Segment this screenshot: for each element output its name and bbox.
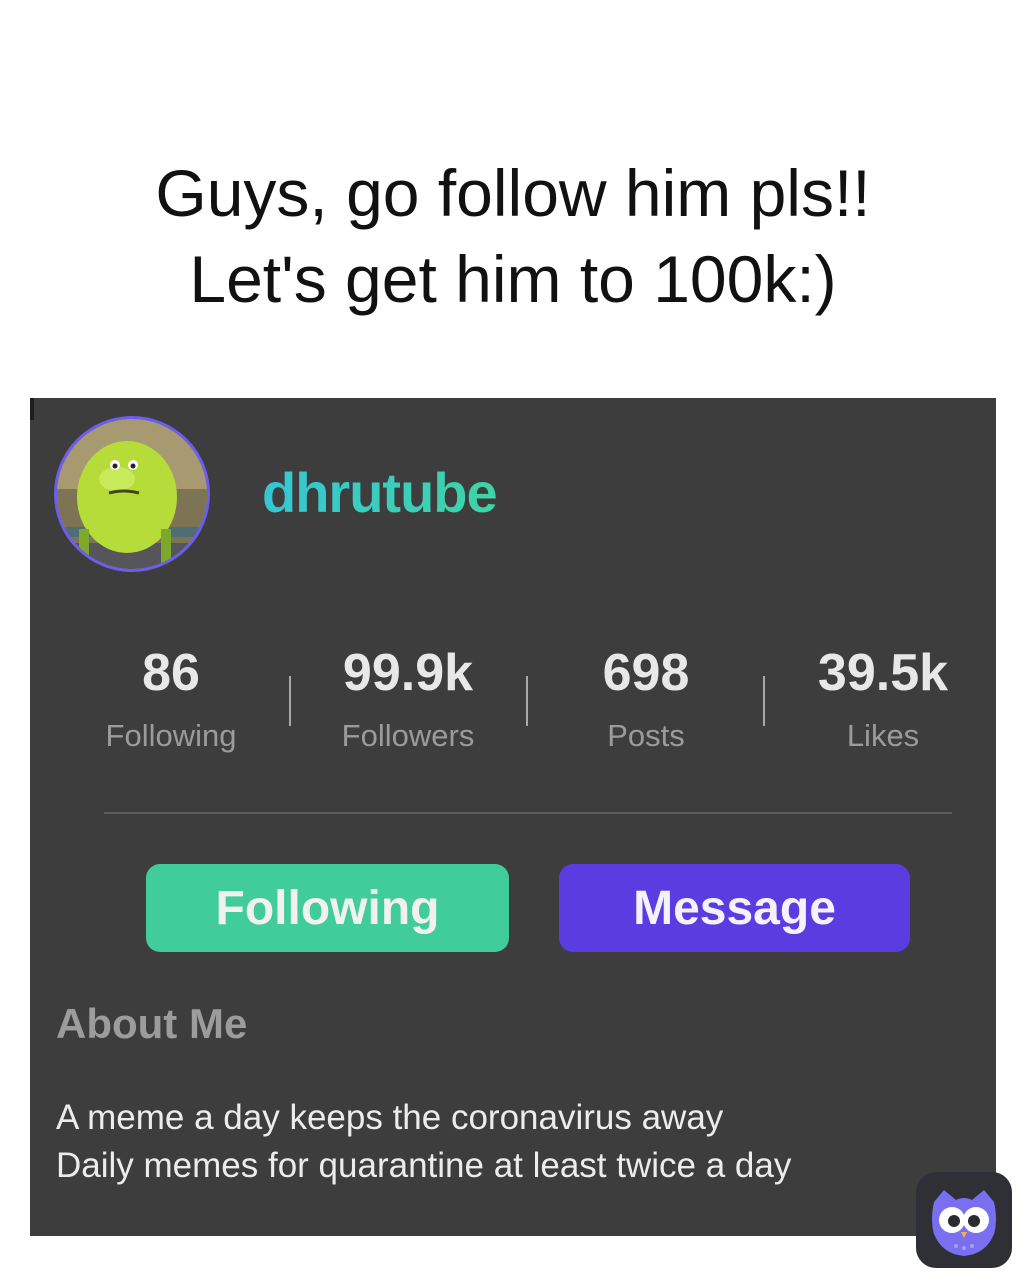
- stat-followers[interactable]: 99.9k Followers: [293, 640, 523, 756]
- profile-card: dhrutube 86 Following 99.9k Followers 69…: [30, 398, 996, 1236]
- stat-label: Following: [105, 718, 237, 753]
- about-me-line-2: Daily memes for quarantine at least twic…: [56, 1146, 792, 1185]
- about-me-text: A meme a day keeps the coronavirus away …: [56, 1094, 791, 1190]
- username[interactable]: dhrutube: [262, 460, 498, 525]
- stat-label: Likes: [846, 718, 920, 753]
- green-character-avatar-icon: [57, 419, 207, 569]
- card-corner-mark: [30, 398, 34, 420]
- about-me-line-1: A meme a day keeps the coronavirus away: [56, 1098, 724, 1137]
- meme-caption: Guys, go follow him pls!! Let's get him …: [0, 150, 1026, 322]
- stat-divider: [526, 676, 528, 726]
- stat-label: Followers: [341, 718, 475, 753]
- divider: [104, 812, 952, 814]
- about-me-heading: About Me: [56, 1000, 248, 1047]
- caption-line-1: Guys, go follow him pls!!: [155, 156, 871, 230]
- stat-divider: [289, 676, 291, 726]
- stat-value: 39.5k: [817, 644, 949, 702]
- message-button[interactable]: Message: [559, 864, 910, 952]
- avatar[interactable]: [54, 416, 210, 572]
- caption-line-2: Let's get him to 100k:): [189, 242, 837, 316]
- stat-following[interactable]: 86 Following: [56, 640, 286, 756]
- stat-posts[interactable]: 698 Posts: [531, 640, 761, 756]
- stat-divider: [763, 676, 765, 726]
- stat-label: Posts: [607, 718, 685, 753]
- following-button[interactable]: Following: [146, 864, 509, 952]
- stat-value: 86: [142, 644, 200, 702]
- stat-value: 99.9k: [342, 644, 474, 702]
- owl-app-icon: [916, 1172, 1012, 1268]
- stat-likes[interactable]: 39.5k Likes: [768, 640, 998, 756]
- stat-value: 698: [602, 644, 690, 702]
